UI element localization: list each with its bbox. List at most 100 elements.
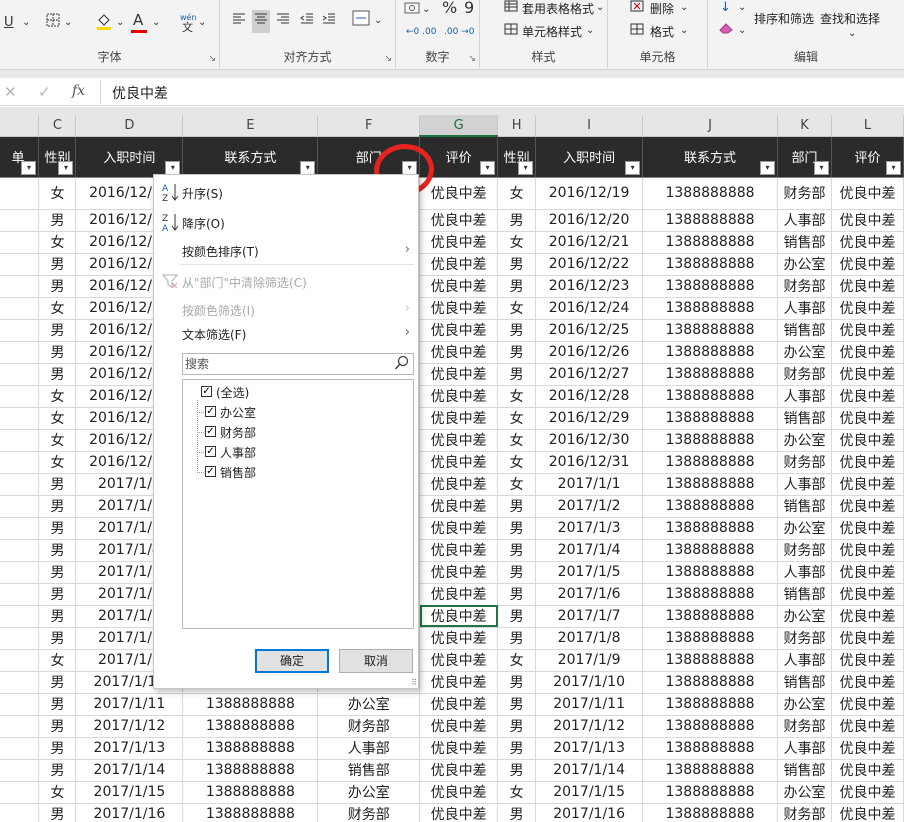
table-cell[interactable]	[0, 495, 40, 518]
column-header[interactable]: L	[831, 115, 904, 137]
filter-dropdown-button[interactable]: ▾	[58, 160, 74, 175]
delete-cells-icon[interactable]	[630, 0, 644, 17]
table-cell[interactable]	[0, 605, 40, 628]
table-cell[interactable]: 优良中差	[419, 319, 499, 342]
table-cell[interactable]: 优良中差	[419, 231, 499, 254]
table-cell[interactable]: 优良中差	[831, 385, 904, 408]
table-cell[interactable]	[0, 429, 40, 452]
table-cell[interactable]: 2016/12/19	[535, 177, 644, 210]
table-cell[interactable]: 优良中差	[831, 671, 904, 694]
dropdown-icon[interactable]: ⌄	[198, 15, 206, 31]
filter-dropdown-button[interactable]: ▾	[759, 160, 775, 175]
header-cell[interactable]: 性别 ▾	[497, 136, 537, 178]
table-cell[interactable]: 1388888888	[642, 275, 778, 298]
table-cell[interactable]: 财务部	[777, 803, 832, 822]
table-cell[interactable]: 女	[38, 429, 77, 452]
fill-down-icon[interactable]: ↓	[720, 0, 731, 16]
table-cell[interactable]: 优良中差	[419, 627, 499, 650]
table-cell[interactable]: 办公室	[777, 781, 832, 804]
table-cell[interactable]: 2017/1/10	[535, 671, 644, 694]
table-cell[interactable]: 2016/12/26	[535, 341, 644, 364]
increase-indent-icon[interactable]	[322, 12, 336, 31]
align-left-icon[interactable]	[232, 12, 246, 31]
table-cell[interactable]: 人事部	[777, 473, 832, 496]
table-cell[interactable]: 男	[38, 803, 77, 822]
table-cell[interactable]: 女	[38, 781, 77, 804]
table-cell[interactable]: 男	[497, 539, 537, 562]
table-cell[interactable]: 人事部	[777, 649, 832, 672]
table-cell[interactable]: 优良中差	[831, 517, 904, 540]
table-cell[interactable]: 女	[497, 473, 537, 496]
dropdown-icon[interactable]: ⌄	[586, 23, 594, 39]
table-cell[interactable]: 1388888888	[642, 319, 778, 342]
table-cell[interactable]	[0, 649, 40, 672]
table-cell[interactable]: 2017/1/8	[535, 627, 644, 650]
table-cell[interactable]: 优良中差	[831, 341, 904, 364]
cell-style-icon[interactable]	[504, 23, 518, 40]
table-cell[interactable]: 1388888888	[642, 253, 778, 276]
table-cell[interactable]: 优良中差	[831, 473, 904, 496]
formula-input[interactable]: 优良中差	[112, 83, 168, 103]
table-cell[interactable]: 1388888888	[642, 561, 778, 584]
table-cell[interactable]: 优良中差	[831, 803, 904, 822]
table-cell[interactable]	[0, 363, 40, 386]
table-cell[interactable]: 财务部	[777, 715, 832, 738]
table-cell[interactable]: 男	[38, 715, 77, 738]
table-cell[interactable]: 人事部	[777, 209, 832, 232]
insert-function-button[interactable]: fx	[72, 83, 85, 99]
table-cell[interactable]: 人事部	[777, 737, 832, 760]
table-cell[interactable]: 2017/1/12	[535, 715, 644, 738]
text-filter-item[interactable]: 文本筛选(F) ›	[154, 321, 418, 347]
header-cell[interactable]: 入职时间 ▾	[75, 136, 184, 178]
table-cell[interactable]: 男	[38, 495, 77, 518]
table-cell[interactable]: 女	[497, 451, 537, 474]
table-cell[interactable]: 人事部	[777, 385, 832, 408]
font-color-icon[interactable]: A	[133, 12, 143, 28]
table-cell[interactable]	[0, 231, 40, 254]
table-cell[interactable]: 优良中差	[419, 781, 499, 804]
filter-search-input[interactable]	[185, 356, 385, 372]
find-select-button[interactable]: 查找和选择	[820, 10, 880, 27]
table-cell[interactable]: 1388888888	[642, 781, 778, 804]
table-cell[interactable]: 2017/1/16	[75, 803, 184, 822]
table-cell[interactable]: 2017/1/3	[535, 517, 644, 540]
table-cell[interactable]: 2017/1/2	[535, 495, 644, 518]
header-cell[interactable]: 入职时间 ▾	[535, 136, 644, 178]
table-cell[interactable]: 2017/1/15	[535, 781, 644, 804]
table-cell[interactable]: 财务部	[777, 539, 832, 562]
table-cell[interactable]: 优良中差	[831, 209, 904, 232]
dropdown-icon[interactable]: ⌄	[22, 15, 30, 31]
table-cell[interactable]: 女	[497, 407, 537, 430]
column-header[interactable]: J	[642, 115, 778, 137]
table-cell[interactable]: 2016/12/31	[535, 451, 644, 474]
table-cell[interactable]: 人事部	[777, 297, 832, 320]
table-cell[interactable]: 优良中差	[831, 319, 904, 342]
column-header[interactable]: H	[497, 115, 537, 137]
table-cell[interactable]: 2017/1/9	[535, 649, 644, 672]
table-cell[interactable]: 2017/1/5	[535, 561, 644, 584]
table-cell[interactable]: 优良中差	[419, 297, 499, 320]
table-cell[interactable]: 2016/12/22	[535, 253, 644, 276]
table-cell[interactable]: 优良中差	[419, 561, 499, 584]
table-cell[interactable]	[0, 385, 40, 408]
dropdown-icon[interactable]: ⌄	[680, 0, 688, 16]
table-cell[interactable]: 男	[38, 341, 77, 364]
table-cell[interactable]: 1388888888	[642, 341, 778, 364]
table-cell[interactable]: 女	[497, 231, 537, 254]
increase-decimal-icon[interactable]: ←0 .00	[406, 24, 436, 40]
table-cell[interactable]: 1388888888	[182, 781, 319, 804]
table-cell[interactable]	[0, 451, 40, 474]
table-cell[interactable]: 男	[38, 693, 77, 716]
table-cell[interactable]: 优良中差	[419, 363, 499, 386]
table-cell[interactable]: 优良中差	[831, 297, 904, 320]
table-cell[interactable]: 优良中差	[831, 693, 904, 716]
cancel-button[interactable]: 取消	[339, 649, 413, 673]
table-cell[interactable]: 男	[38, 627, 77, 650]
filter-dropdown-button[interactable]: ▾	[165, 160, 181, 175]
table-format-icon[interactable]	[504, 0, 518, 17]
table-cell[interactable]: 2017/1/16	[535, 803, 644, 822]
table-cell[interactable]	[0, 671, 40, 694]
table-cell[interactable]: 优良中差	[419, 605, 499, 628]
table-cell[interactable]: 男	[38, 473, 77, 496]
sort-descending-item[interactable]: ZA 降序(O)	[154, 210, 418, 236]
